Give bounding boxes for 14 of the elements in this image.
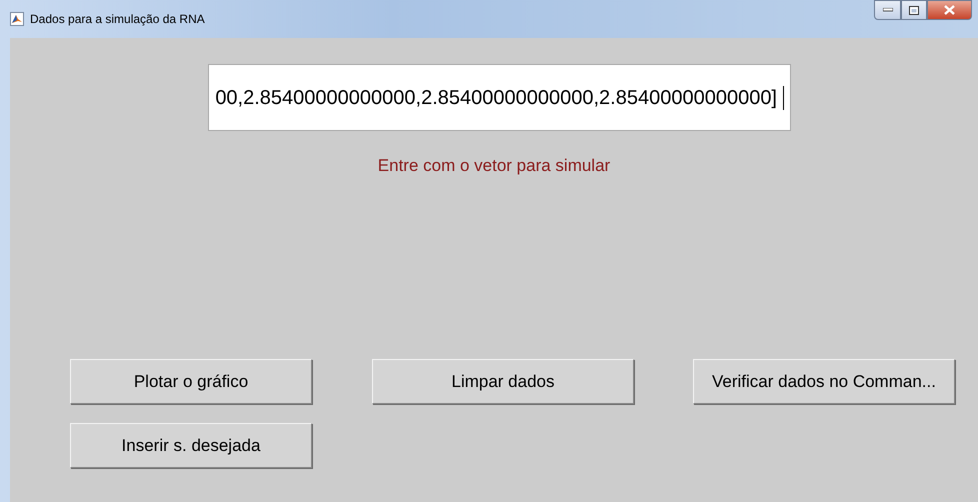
input-field[interactable]: 00,2.85400000000000,2.85400000000000,2.85400000000000] — [208, 64, 791, 131]
action-button[interactable]: Inserir s. desejada — [70, 423, 312, 468]
close-button[interactable] — [927, 0, 972, 20]
maximize-button[interactable] — [901, 0, 927, 20]
app-icon — [10, 12, 24, 26]
close-icon — [944, 5, 955, 15]
window-title: Dados para a simulação da RNA — [30, 11, 205, 28]
action-button[interactable]: Verificar dados no Comman... — [693, 359, 955, 404]
minimize-button[interactable] — [874, 0, 901, 20]
action-button[interactable]: Limpar dados — [372, 359, 634, 404]
prompt-label: Entre com o vetor para simular — [378, 156, 610, 175]
minimize-icon — [882, 8, 892, 12]
maximize-icon — [909, 6, 919, 14]
action-button[interactable]: Plotar o gráfico — [70, 359, 312, 404]
